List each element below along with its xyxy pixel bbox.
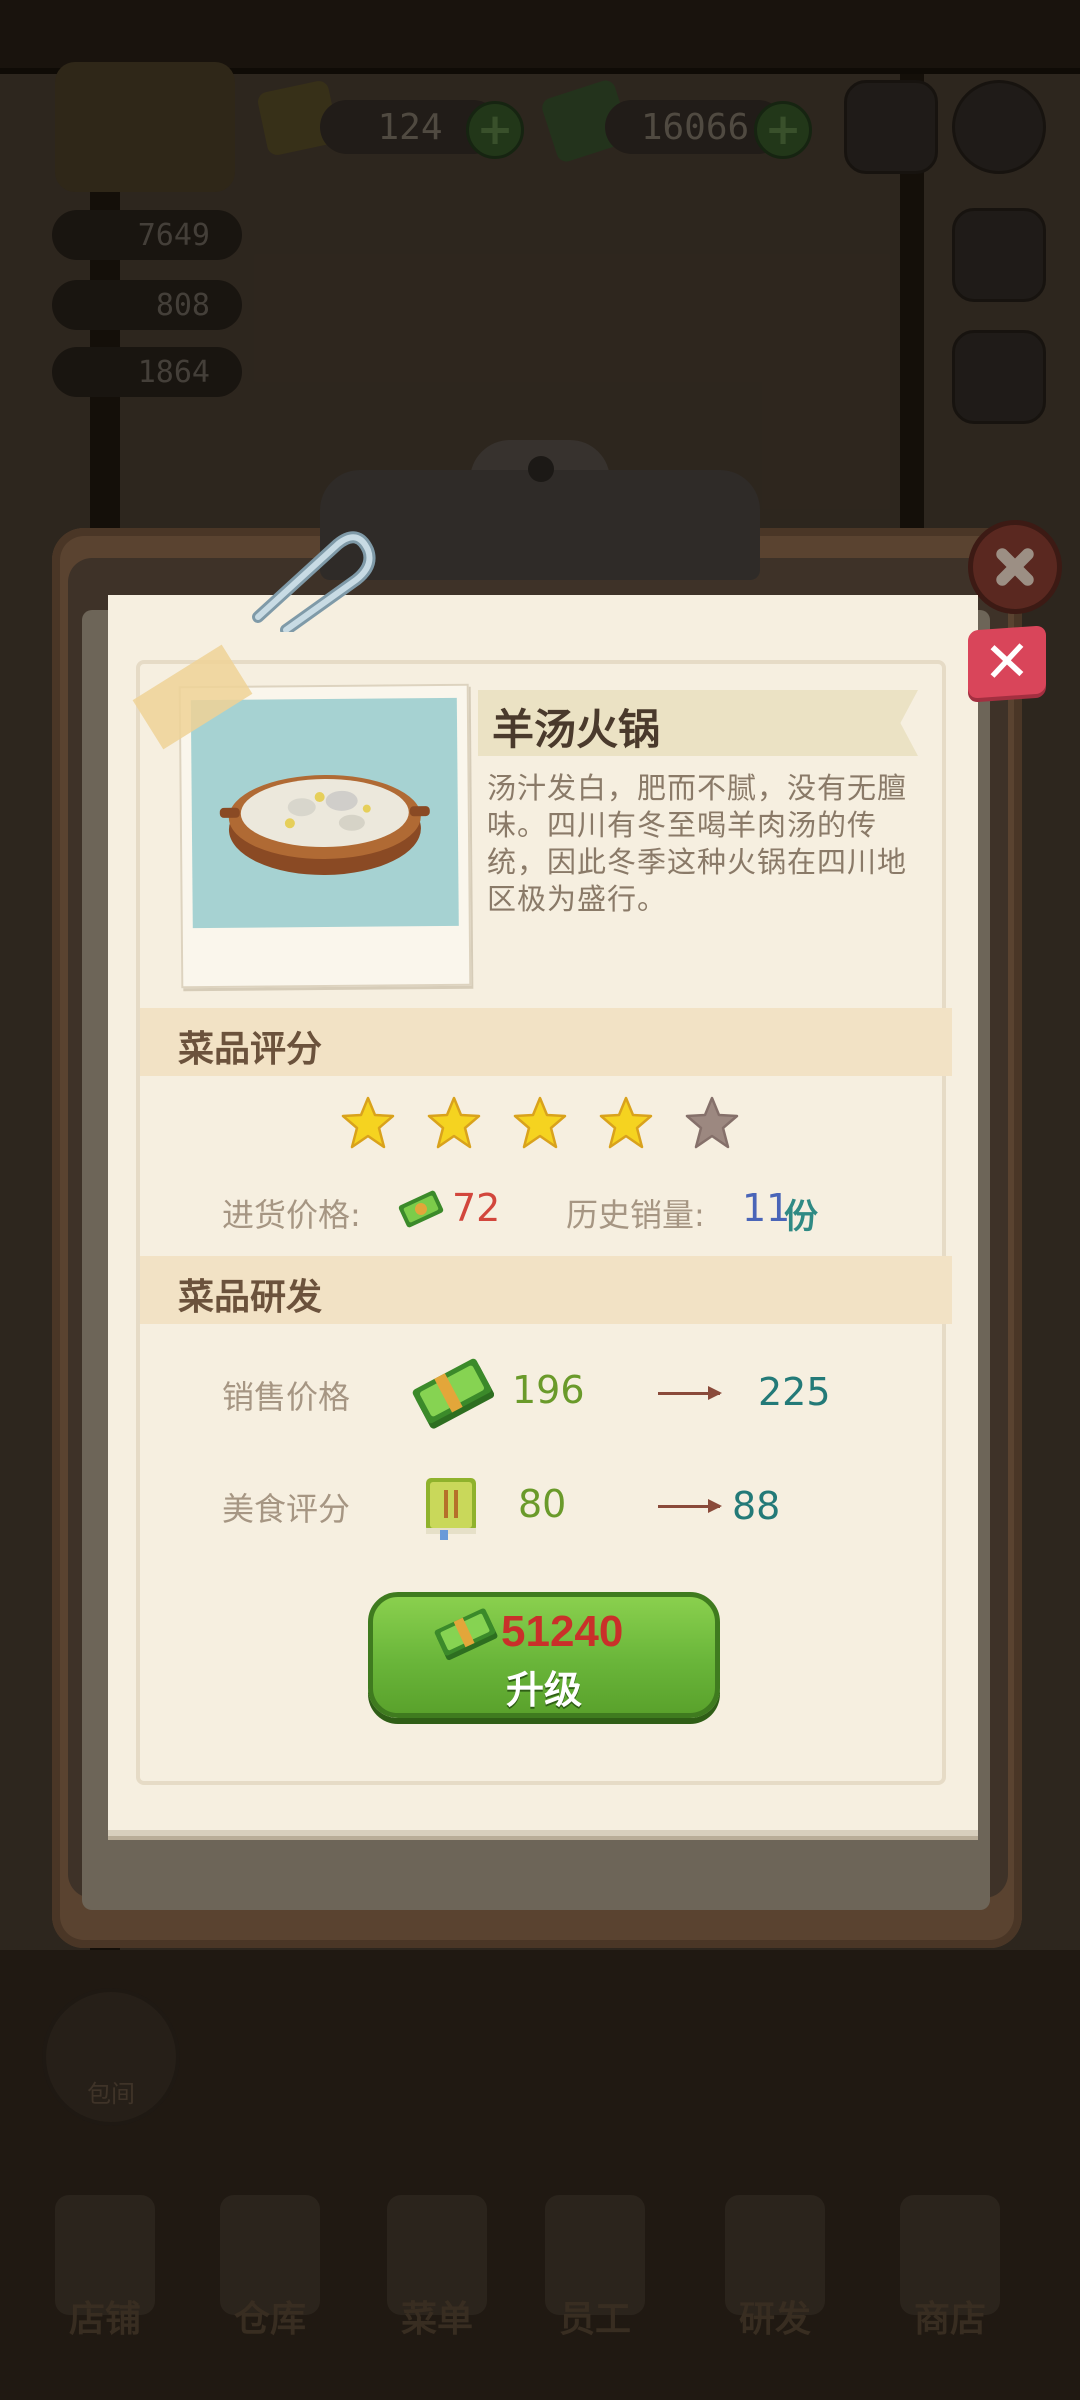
rating-section-header: 菜品评分 (140, 1008, 952, 1076)
clipboard-clip (320, 470, 760, 580)
paperclip-icon (252, 531, 376, 632)
star-filled-icon (599, 1096, 653, 1149)
research-section-header: 菜品研发 (140, 1256, 952, 1324)
upgrade-button[interactable]: 51240 升级 (368, 1592, 720, 1718)
upgrade-label: 升级 (505, 1668, 582, 1712)
history-sales-unit: 份 (784, 1197, 818, 1237)
dish-description: 汤汁发白，肥而不腻，没有无膻味。四川有冬至喝羊肉汤的传统，因此冬季这种火锅在四川… (487, 771, 908, 916)
star-filled-icon (427, 1096, 481, 1149)
sale-price-current: 196 (512, 1368, 585, 1412)
recipe-book-icon (426, 1478, 476, 1540)
star-filled-icon (341, 1096, 395, 1149)
cash-icon (398, 1190, 444, 1228)
cash-stack-icon (412, 1358, 494, 1429)
star-empty-icon (685, 1096, 739, 1149)
cash-stack-icon (434, 1608, 498, 1661)
hotpot-icon (219, 774, 430, 876)
arrow-right-icon (658, 1386, 722, 1400)
star-filled-icon (513, 1096, 567, 1149)
upgrade-cost: 51240 (501, 1607, 624, 1656)
food-score-current: 80 (518, 1482, 567, 1526)
arrow-right-icon (658, 1499, 722, 1513)
history-sales-label: 历史销量: (566, 1196, 705, 1234)
rating-stars (340, 1095, 740, 1151)
food-score-next: 88 (732, 1484, 781, 1528)
close-button[interactable]: ✕ (968, 625, 1046, 699)
food-score-label: 美食评分 (222, 1490, 351, 1528)
rating-header-label: 菜品评分 (178, 1029, 323, 1070)
purchase-price-value: 72 (452, 1186, 501, 1230)
dish-name: 羊汤火锅 (492, 705, 661, 754)
sale-price-next: 225 (758, 1370, 831, 1414)
dish-image (190, 697, 459, 929)
dish-photo (178, 683, 472, 989)
board-close-icon (968, 520, 1062, 614)
sale-price-label: 销售价格 (222, 1378, 351, 1416)
clip-hole (528, 456, 554, 482)
purchase-price-label: 进货价格: (222, 1196, 361, 1234)
research-header-label: 菜品研发 (178, 1277, 323, 1318)
